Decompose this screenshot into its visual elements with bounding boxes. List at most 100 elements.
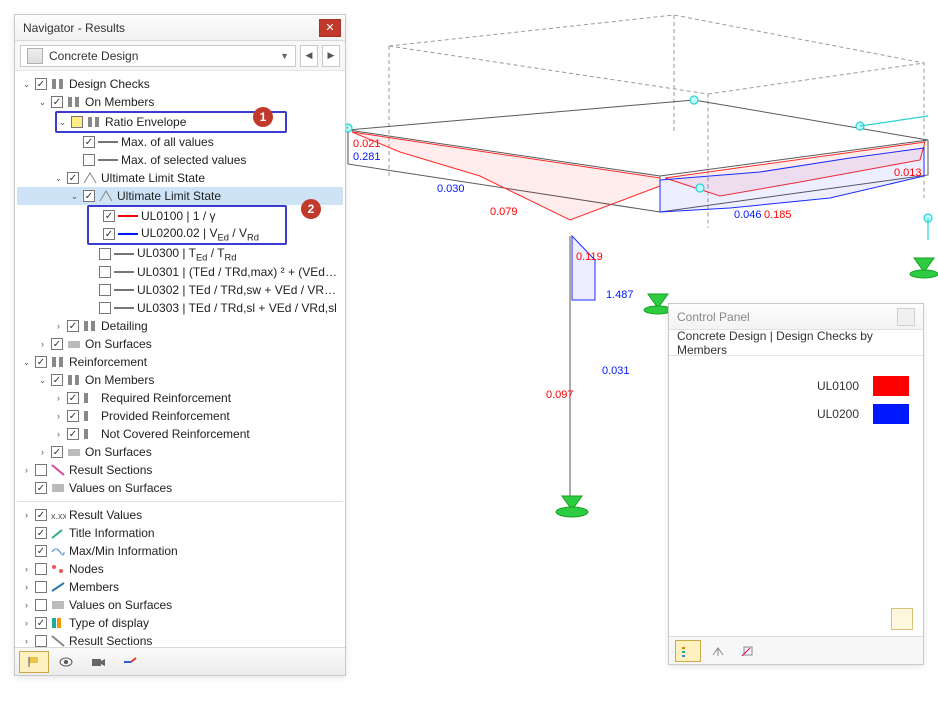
control-panel-titlebar[interactable]: Control Panel xyxy=(669,304,923,330)
tree-max-selected[interactable]: Max. of selected values xyxy=(17,151,343,169)
detailing-icon xyxy=(82,319,98,333)
tree-ul0301[interactable]: UL0301 | (TEd / TRd,max) ² + (VEd,r… xyxy=(17,263,343,281)
vos-icon xyxy=(50,481,66,495)
svg-text:0.097: 0.097 xyxy=(546,389,574,401)
tree-result-sections[interactable]: ›Result Sections xyxy=(17,461,343,479)
svg-text:0.185: 0.185 xyxy=(764,209,792,221)
combo-label: Concrete Design xyxy=(49,49,138,63)
tree-reinf-on-members[interactable]: ⌄On Members xyxy=(17,371,343,389)
legend-label: UL0100 xyxy=(817,379,859,393)
navigator-titlebar[interactable]: Navigator - Results ✕ xyxy=(15,15,345,41)
tree-uls-inner[interactable]: ⌄Ultimate Limit State xyxy=(17,187,343,205)
maxmin-icon xyxy=(50,544,66,558)
surfaces-icon xyxy=(66,445,82,459)
tree-type-display[interactable]: ›Type of display xyxy=(17,614,343,632)
tree-ul0303[interactable]: UL0303 | TEd / TRd,sl + VEd / VRd,sl xyxy=(17,299,343,317)
svg-text:x.xx: x.xx xyxy=(51,511,66,521)
tree-notcovered-reinf[interactable]: ›Not Covered Reinforcement xyxy=(17,425,343,443)
tree-on-members[interactable]: ⌄On Members xyxy=(17,93,343,111)
tree-ul0200[interactable]: UL0200.02 | VEd / VRd xyxy=(89,225,285,243)
tree-required-reinf[interactable]: ›Required Reinforcement xyxy=(17,389,343,407)
tree-ul0302[interactable]: UL0302 | TEd / TRd,sw + VEd / VRd,… xyxy=(17,281,343,299)
legend-row: UL0100 xyxy=(683,372,909,400)
tree-reinforcement[interactable]: ⌄Reinforcement xyxy=(17,353,343,371)
design-type-combo[interactable]: Concrete Design ▼ xyxy=(20,45,296,67)
provided-icon xyxy=(82,409,98,423)
prev-button[interactable]: ◀ xyxy=(300,45,318,67)
eye-icon xyxy=(58,655,74,669)
scale-tab[interactable] xyxy=(705,640,731,662)
tree-maxmin[interactable]: Max/Min Information xyxy=(17,542,343,560)
filter-icon xyxy=(740,644,756,658)
vos-icon xyxy=(50,598,66,612)
section-icon xyxy=(50,463,66,477)
tree-design-checks[interactable]: ⌄Design Checks xyxy=(17,75,343,93)
svg-text:0.013: 0.013 xyxy=(894,167,922,179)
tree-ul0100[interactable]: UL0100 | 1 / γ xyxy=(89,207,285,225)
tab-project[interactable] xyxy=(19,651,49,673)
navigator-title: Navigator - Results xyxy=(23,21,125,35)
members-line-icon xyxy=(50,580,66,594)
tree-result-values[interactable]: ›x.xxResult Values xyxy=(17,506,343,524)
svg-text:0.079: 0.079 xyxy=(490,206,518,218)
tree-vos2[interactable]: ›Values on Surfaces xyxy=(17,596,343,614)
svg-text:1.487: 1.487 xyxy=(606,289,634,301)
uls-icon xyxy=(82,171,98,185)
svg-text:0.046: 0.046 xyxy=(734,209,762,221)
members-icon xyxy=(66,95,82,109)
values-icon: x.xx xyxy=(50,508,66,522)
tree-ul0300[interactable]: UL0300 | TEd / TRd xyxy=(17,245,343,263)
tree-on-surfaces-1[interactable]: ›On Surfaces xyxy=(17,335,343,353)
tab-display[interactable] xyxy=(51,651,81,673)
legend-swatch xyxy=(873,376,909,396)
flag-icon xyxy=(26,655,42,669)
scale-icon xyxy=(710,644,726,658)
navigator-toolbar: Concrete Design ▼ ◀ ▶ xyxy=(15,41,345,71)
legend-swatch xyxy=(873,404,909,424)
tree-provided-reinf[interactable]: ›Provided Reinforcement xyxy=(17,407,343,425)
control-panel-title: Control Panel xyxy=(677,310,750,324)
required-icon xyxy=(82,391,98,405)
tab-views[interactable] xyxy=(83,651,113,673)
tree-ratio-envelope[interactable]: ⌄Ratio Envelope xyxy=(57,113,285,131)
section-icon xyxy=(50,634,66,647)
next-button[interactable]: ▶ xyxy=(322,45,340,67)
notcovered-icon xyxy=(82,427,98,441)
navigator-panel: Navigator - Results ✕ Concrete Design ▼ … xyxy=(14,14,346,676)
title-icon xyxy=(50,526,66,540)
tree-detailing[interactable]: ›Detailing xyxy=(17,317,343,335)
tree-uls-group[interactable]: ⌄Ultimate Limit State xyxy=(17,169,343,187)
close-icon[interactable]: ✕ xyxy=(319,19,341,37)
members-icon xyxy=(66,373,82,387)
legend-tab[interactable] xyxy=(675,640,701,662)
tree-title-info[interactable]: Title Information xyxy=(17,524,343,542)
filter-tab[interactable] xyxy=(735,640,761,662)
callout-badge-1: 1 xyxy=(253,107,273,127)
legend-icon xyxy=(680,644,696,658)
uls-icon xyxy=(98,189,114,203)
tree-members[interactable]: ›Members xyxy=(17,578,343,596)
results-tree[interactable]: ⌄Design Checks ⌄On Members ⌄Ratio Envelo… xyxy=(15,71,345,647)
tree-max-all[interactable]: Max. of all values xyxy=(17,133,343,151)
tree-nodes[interactable]: ›Nodes xyxy=(17,560,343,578)
surfaces-icon xyxy=(66,337,82,351)
callout-badge-2: 2 xyxy=(301,199,321,219)
control-panel: Control Panel Concrete Design | Design C… xyxy=(668,303,924,665)
control-panel-footer xyxy=(669,636,923,664)
checks-icon xyxy=(50,77,66,91)
nodes-icon xyxy=(50,562,66,576)
svg-text:0.021: 0.021 xyxy=(353,138,381,150)
legend-area: UL0100 UL0200 xyxy=(669,356,923,636)
panel-options-icon[interactable] xyxy=(897,308,915,326)
envelope-icon xyxy=(86,115,102,129)
tree-result-sections-2[interactable]: ›Result Sections xyxy=(17,632,343,647)
control-panel-subtitle: Concrete Design | Design Checks by Membe… xyxy=(669,330,923,356)
legend-settings-button[interactable] xyxy=(891,608,913,630)
concrete-icon xyxy=(27,48,43,64)
tree-values-on-surfaces[interactable]: Values on Surfaces xyxy=(17,479,343,497)
palette-icon xyxy=(50,616,66,630)
tab-results[interactable] xyxy=(115,651,145,673)
reinf-icon xyxy=(50,355,66,369)
legend-row: UL0200 xyxy=(683,400,909,428)
tree-on-surfaces-2[interactable]: ›On Surfaces xyxy=(17,443,343,461)
